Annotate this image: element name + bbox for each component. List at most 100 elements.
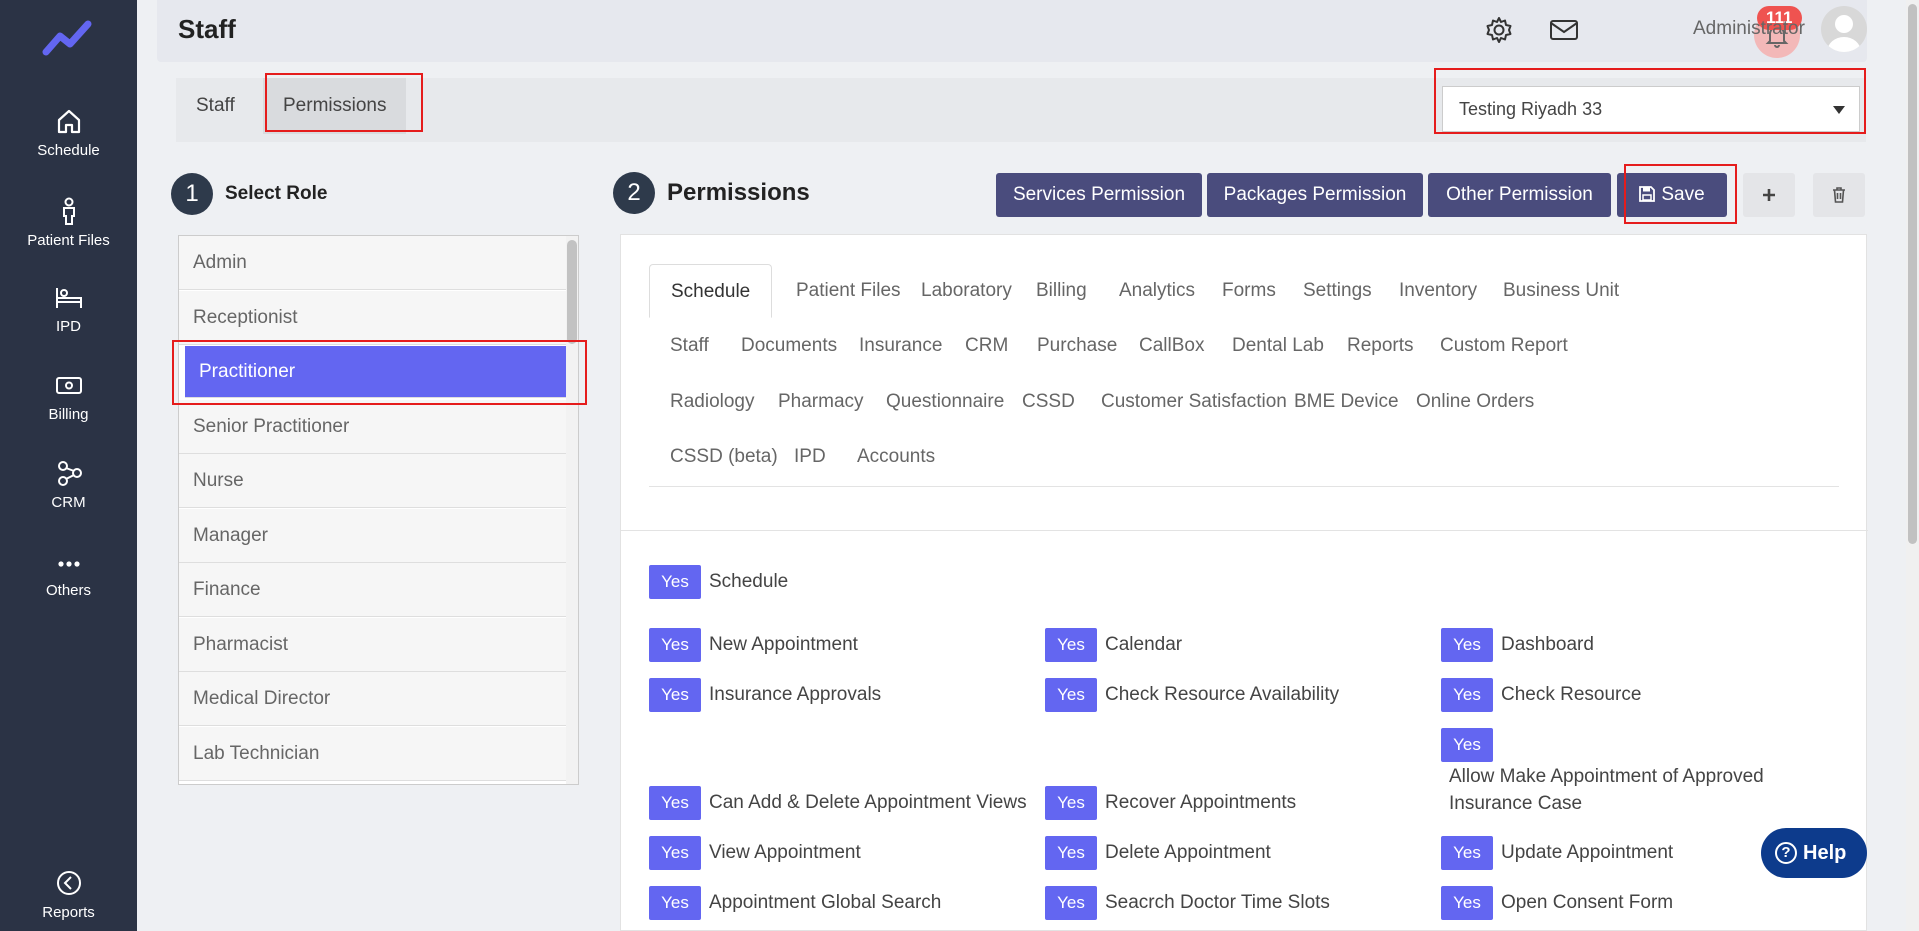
tabs-divider: [649, 486, 1839, 487]
avatar[interactable]: [1821, 6, 1867, 52]
user-name[interactable]: Administrator: [1693, 18, 1805, 40]
yes-toggle[interactable]: Yes: [649, 678, 701, 712]
permission-item: Yes Recover Appointments: [1045, 786, 1296, 820]
sidebar-item-crm[interactable]: CRM: [0, 458, 137, 511]
home-icon: [57, 109, 80, 134]
role-item[interactable]: Manager: [179, 509, 567, 563]
permission-label: Delete Appointment: [1105, 842, 1271, 863]
tab-online-orders[interactable]: Online Orders: [1395, 375, 1555, 429]
permission-label: Dashboard: [1501, 634, 1594, 655]
role-item[interactable]: Senior Practitioner: [179, 400, 567, 454]
yes-toggle[interactable]: Yes: [1441, 886, 1493, 920]
sidebar-item-billing[interactable]: Billing: [0, 370, 137, 423]
delete-button[interactable]: [1813, 173, 1865, 217]
step-label: Permissions: [667, 179, 810, 206]
sidebar-item-schedule[interactable]: Schedule: [0, 106, 137, 159]
yes-toggle[interactable]: Yes: [649, 565, 701, 599]
yes-toggle[interactable]: Yes: [649, 886, 701, 920]
page-title: Staff: [178, 14, 236, 44]
role-item[interactable]: Receptionist: [179, 291, 567, 345]
tab-staff[interactable]: Staff: [176, 78, 255, 134]
scroll-thumb[interactable]: [1908, 4, 1917, 544]
role-item[interactable]: Nurse: [179, 454, 567, 508]
yes-toggle[interactable]: Yes: [1441, 628, 1493, 662]
yes-toggle[interactable]: Yes: [1045, 886, 1097, 920]
role-item[interactable]: Medical Director: [179, 672, 567, 726]
role-item[interactable]: Pharmacist: [179, 618, 567, 672]
sidebar-item-reports[interactable]: Reports: [0, 868, 137, 921]
tab-analytics[interactable]: Analytics: [1098, 264, 1216, 318]
roles-list[interactable]: Admin Receptionist Practitioner Senior P…: [178, 235, 579, 785]
yes-toggle[interactable]: Yes: [1045, 786, 1097, 820]
permission-label: Allow Make Appointment of Approved Insur…: [1449, 766, 1764, 814]
tab-custom-report[interactable]: Custom Report: [1419, 319, 1589, 373]
permission-item: Yes View Appointment: [649, 836, 861, 870]
tab-schedule[interactable]: Schedule: [649, 264, 773, 318]
tab-callbox[interactable]: CallBox: [1118, 319, 1225, 373]
step-number: 1: [171, 173, 213, 215]
permission-item: Yes Appointment Global Search: [649, 886, 941, 920]
sidebar-item-label: Billing: [48, 406, 89, 423]
add-button[interactable]: [1743, 173, 1795, 217]
role-item-selected[interactable]: Practitioner: [185, 346, 567, 398]
yes-toggle[interactable]: Yes: [1441, 678, 1493, 712]
tab-permissions[interactable]: Permissions: [263, 78, 407, 134]
sidebar-item-ipd[interactable]: IPD: [0, 282, 137, 335]
roles-scrollbar[interactable]: [566, 236, 578, 784]
save-button-label: Save: [1661, 184, 1705, 205]
yes-toggle[interactable]: Yes: [649, 836, 701, 870]
save-button[interactable]: Save: [1617, 173, 1727, 217]
step-permissions: 2 Permissions: [613, 172, 810, 214]
page-scrollbar[interactable]: [1906, 0, 1919, 931]
ellipsis-icon: [57, 561, 80, 567]
gear-icon[interactable]: [1483, 14, 1515, 46]
tab-billing[interactable]: Billing: [1015, 264, 1108, 318]
network-icon: [57, 461, 82, 486]
permission-label: Recover Appointments: [1105, 792, 1297, 813]
packages-permission-button[interactable]: Packages Permission: [1207, 173, 1423, 217]
yes-toggle[interactable]: Yes: [649, 786, 701, 820]
help-label: Help: [1803, 842, 1847, 864]
yes-toggle[interactable]: Yes: [649, 628, 701, 662]
tab-accounts[interactable]: Accounts: [836, 430, 956, 484]
yes-toggle[interactable]: Yes: [1045, 836, 1097, 870]
money-icon: [55, 377, 82, 394]
step-select-role: 1 Select Role: [171, 173, 327, 215]
scroll-thumb[interactable]: [567, 240, 577, 344]
yes-toggle[interactable]: Yes: [1045, 628, 1097, 662]
permission-label: Insurance Approvals: [709, 684, 882, 705]
sidebar-item-others[interactable]: Others: [0, 546, 137, 599]
tab-settings[interactable]: Settings: [1282, 264, 1393, 318]
role-item[interactable]: Finance: [179, 563, 567, 617]
sidebar-item-label: Schedule: [37, 142, 100, 159]
permission-item: Yes Insurance Approvals: [649, 678, 881, 712]
other-permission-button[interactable]: Other Permission: [1428, 173, 1611, 217]
yes-toggle[interactable]: Yes: [1441, 728, 1493, 762]
sidebar: Schedule Patient Files IPD Billing CRM O…: [0, 0, 137, 931]
permission-item: Yes Calendar: [1045, 628, 1182, 662]
role-item[interactable]: Lab Technician: [179, 727, 567, 781]
tab-staff[interactable]: Staff: [649, 319, 730, 373]
mail-icon[interactable]: [1548, 14, 1580, 46]
tab-inventory[interactable]: Inventory: [1378, 264, 1498, 318]
user-avatar-icon: [1827, 15, 1861, 52]
yes-toggle[interactable]: Yes: [1441, 836, 1493, 870]
role-item[interactable]: Admin: [179, 236, 567, 290]
sidebar-item-label: IPD: [55, 318, 81, 335]
step-label: Select Role: [225, 183, 328, 204]
tab-laboratory[interactable]: Laboratory: [900, 264, 1033, 318]
sidebar-item-label: Reports: [42, 904, 95, 921]
permission-label: Can Add & Delete Appointment Views: [709, 792, 1027, 813]
permission-item: Yes Delete Appointment: [1045, 836, 1271, 870]
permissions-panel: Schedule Patient Files Laboratory Billin…: [620, 234, 1868, 931]
services-permission-button[interactable]: Services Permission: [996, 173, 1202, 217]
sidebar-item-label: CRM: [51, 494, 86, 511]
tab-business-unit[interactable]: Business Unit: [1482, 264, 1640, 318]
help-button[interactable]: ? Help: [1761, 828, 1867, 878]
branch-select[interactable]: Testing Riyadh 33: [1442, 86, 1860, 132]
branch-select-value: Testing Riyadh 33: [1459, 99, 1603, 119]
tab-dental-lab[interactable]: Dental Lab: [1211, 319, 1345, 373]
sidebar-item-patient-files[interactable]: Patient Files: [0, 196, 137, 249]
chart-logo-icon[interactable]: [42, 18, 94, 58]
yes-toggle[interactable]: Yes: [1045, 678, 1097, 712]
